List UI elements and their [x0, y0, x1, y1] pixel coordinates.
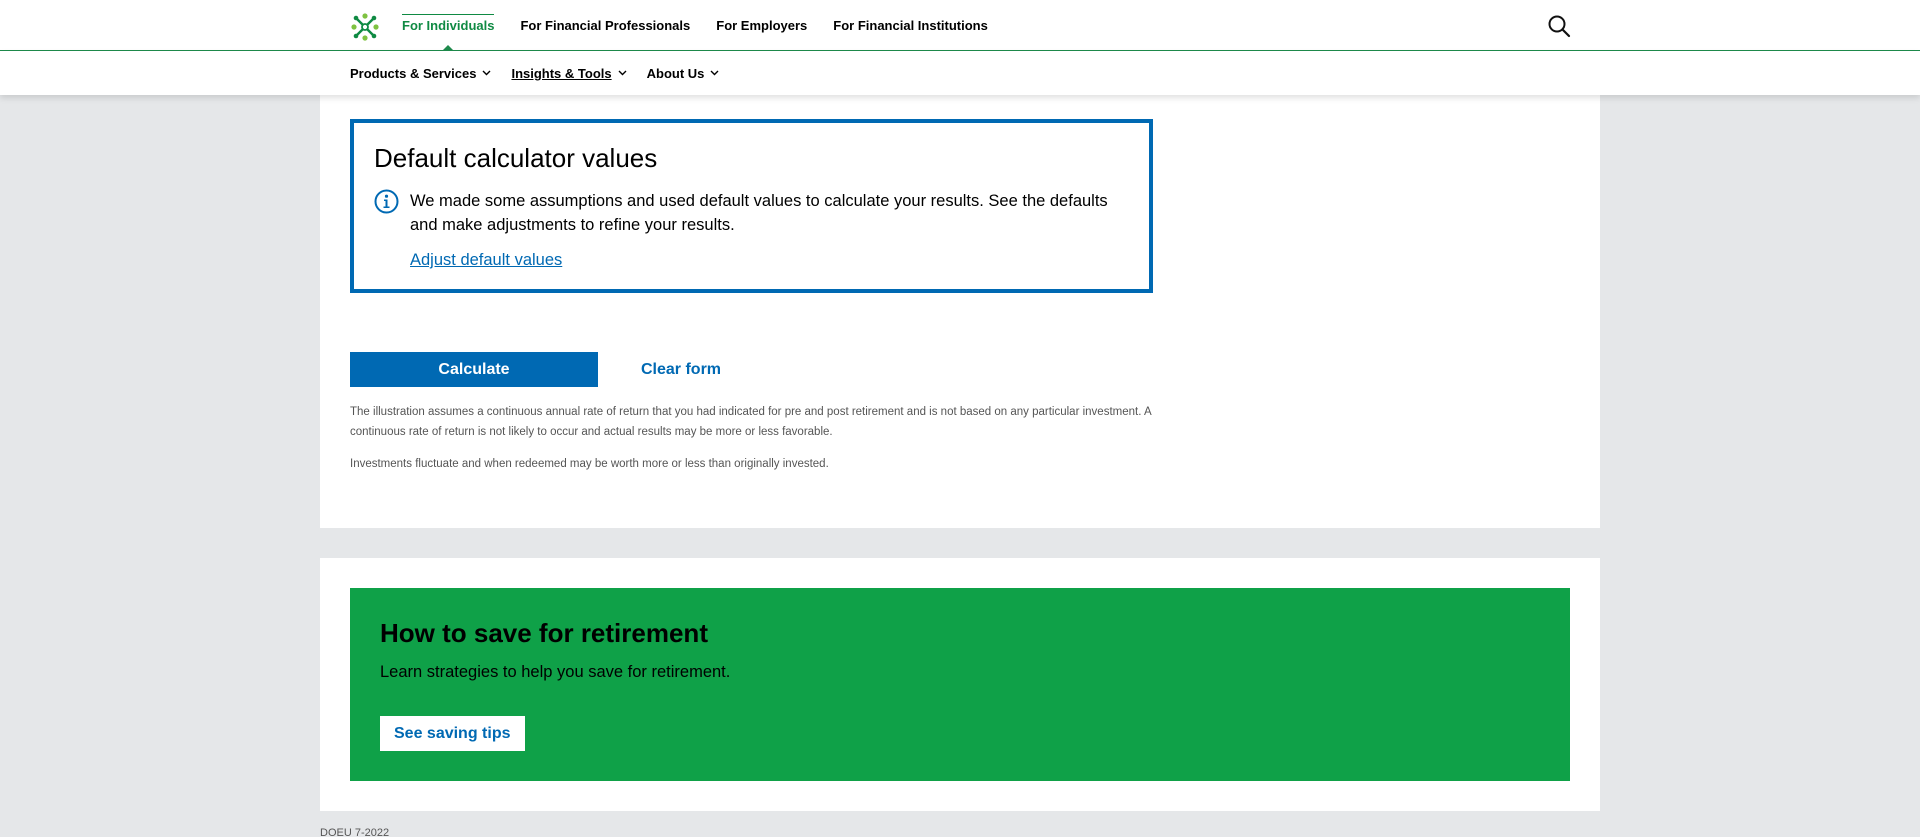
clear-form-button[interactable]: Clear form: [641, 352, 721, 387]
nav-for-financial-professionals[interactable]: For Financial Professionals: [520, 0, 690, 51]
calculate-button[interactable]: Calculate: [350, 352, 598, 387]
subnav-label: Products & Services: [350, 65, 477, 81]
rate-disclaimer: The illustration assumes a continuous an…: [350, 406, 1152, 438]
subnav-label: About Us: [646, 65, 705, 81]
promo-title: How to save for retirement: [380, 618, 708, 648]
top-nav-bar: For Individuals For Financial Profession…: [0, 0, 1920, 53]
chevron-down-icon: [482, 70, 491, 76]
secondary-nav: Products & Services Insights & Tools Abo…: [350, 51, 719, 95]
calculator-card: Default calculator values We made some a…: [320, 95, 1600, 528]
document-code: DOEU 7-2022: [320, 827, 390, 837]
secondary-nav-bar: Products & Services Insights & Tools Abo…: [0, 51, 1920, 95]
nav-for-financial-institutions[interactable]: For Financial Institutions: [833, 0, 988, 51]
search-icon[interactable]: [1547, 14, 1571, 38]
nav-for-individuals[interactable]: For Individuals: [402, 0, 495, 53]
promo-card: How to save for retirement Learn strateg…: [320, 558, 1600, 811]
audience-nav: For Individuals For Financial Profession…: [402, 0, 988, 53]
notice-title: Default calculator values: [374, 143, 658, 173]
chevron-down-icon: [618, 70, 627, 76]
investment-disclaimer: Investments fluctuate and when redeemed …: [350, 458, 829, 470]
see-saving-tips-button[interactable]: See saving tips: [380, 716, 525, 751]
promo-text: Learn strategies to help you save for re…: [380, 663, 731, 681]
chevron-down-icon: [710, 70, 719, 76]
adjust-defaults-link[interactable]: Adjust default values: [410, 251, 562, 270]
subnav-insights-tools[interactable]: Insights & Tools: [511, 65, 627, 81]
nav-for-employers[interactable]: For Employers: [716, 0, 807, 51]
default-values-notice: Default calculator values We made some a…: [350, 119, 1153, 293]
logo-icon[interactable]: [349, 11, 381, 43]
notice-text: We made some assumptions and used defaul…: [410, 192, 1108, 234]
promo-banner: How to save for retirement Learn strateg…: [350, 588, 1570, 781]
info-icon: [374, 189, 399, 214]
subnav-label: Insights & Tools: [511, 65, 612, 81]
nav-label: For Individuals: [402, 18, 495, 33]
subnav-products-services[interactable]: Products & Services: [350, 66, 491, 81]
subnav-about-us[interactable]: About Us: [647, 66, 720, 81]
